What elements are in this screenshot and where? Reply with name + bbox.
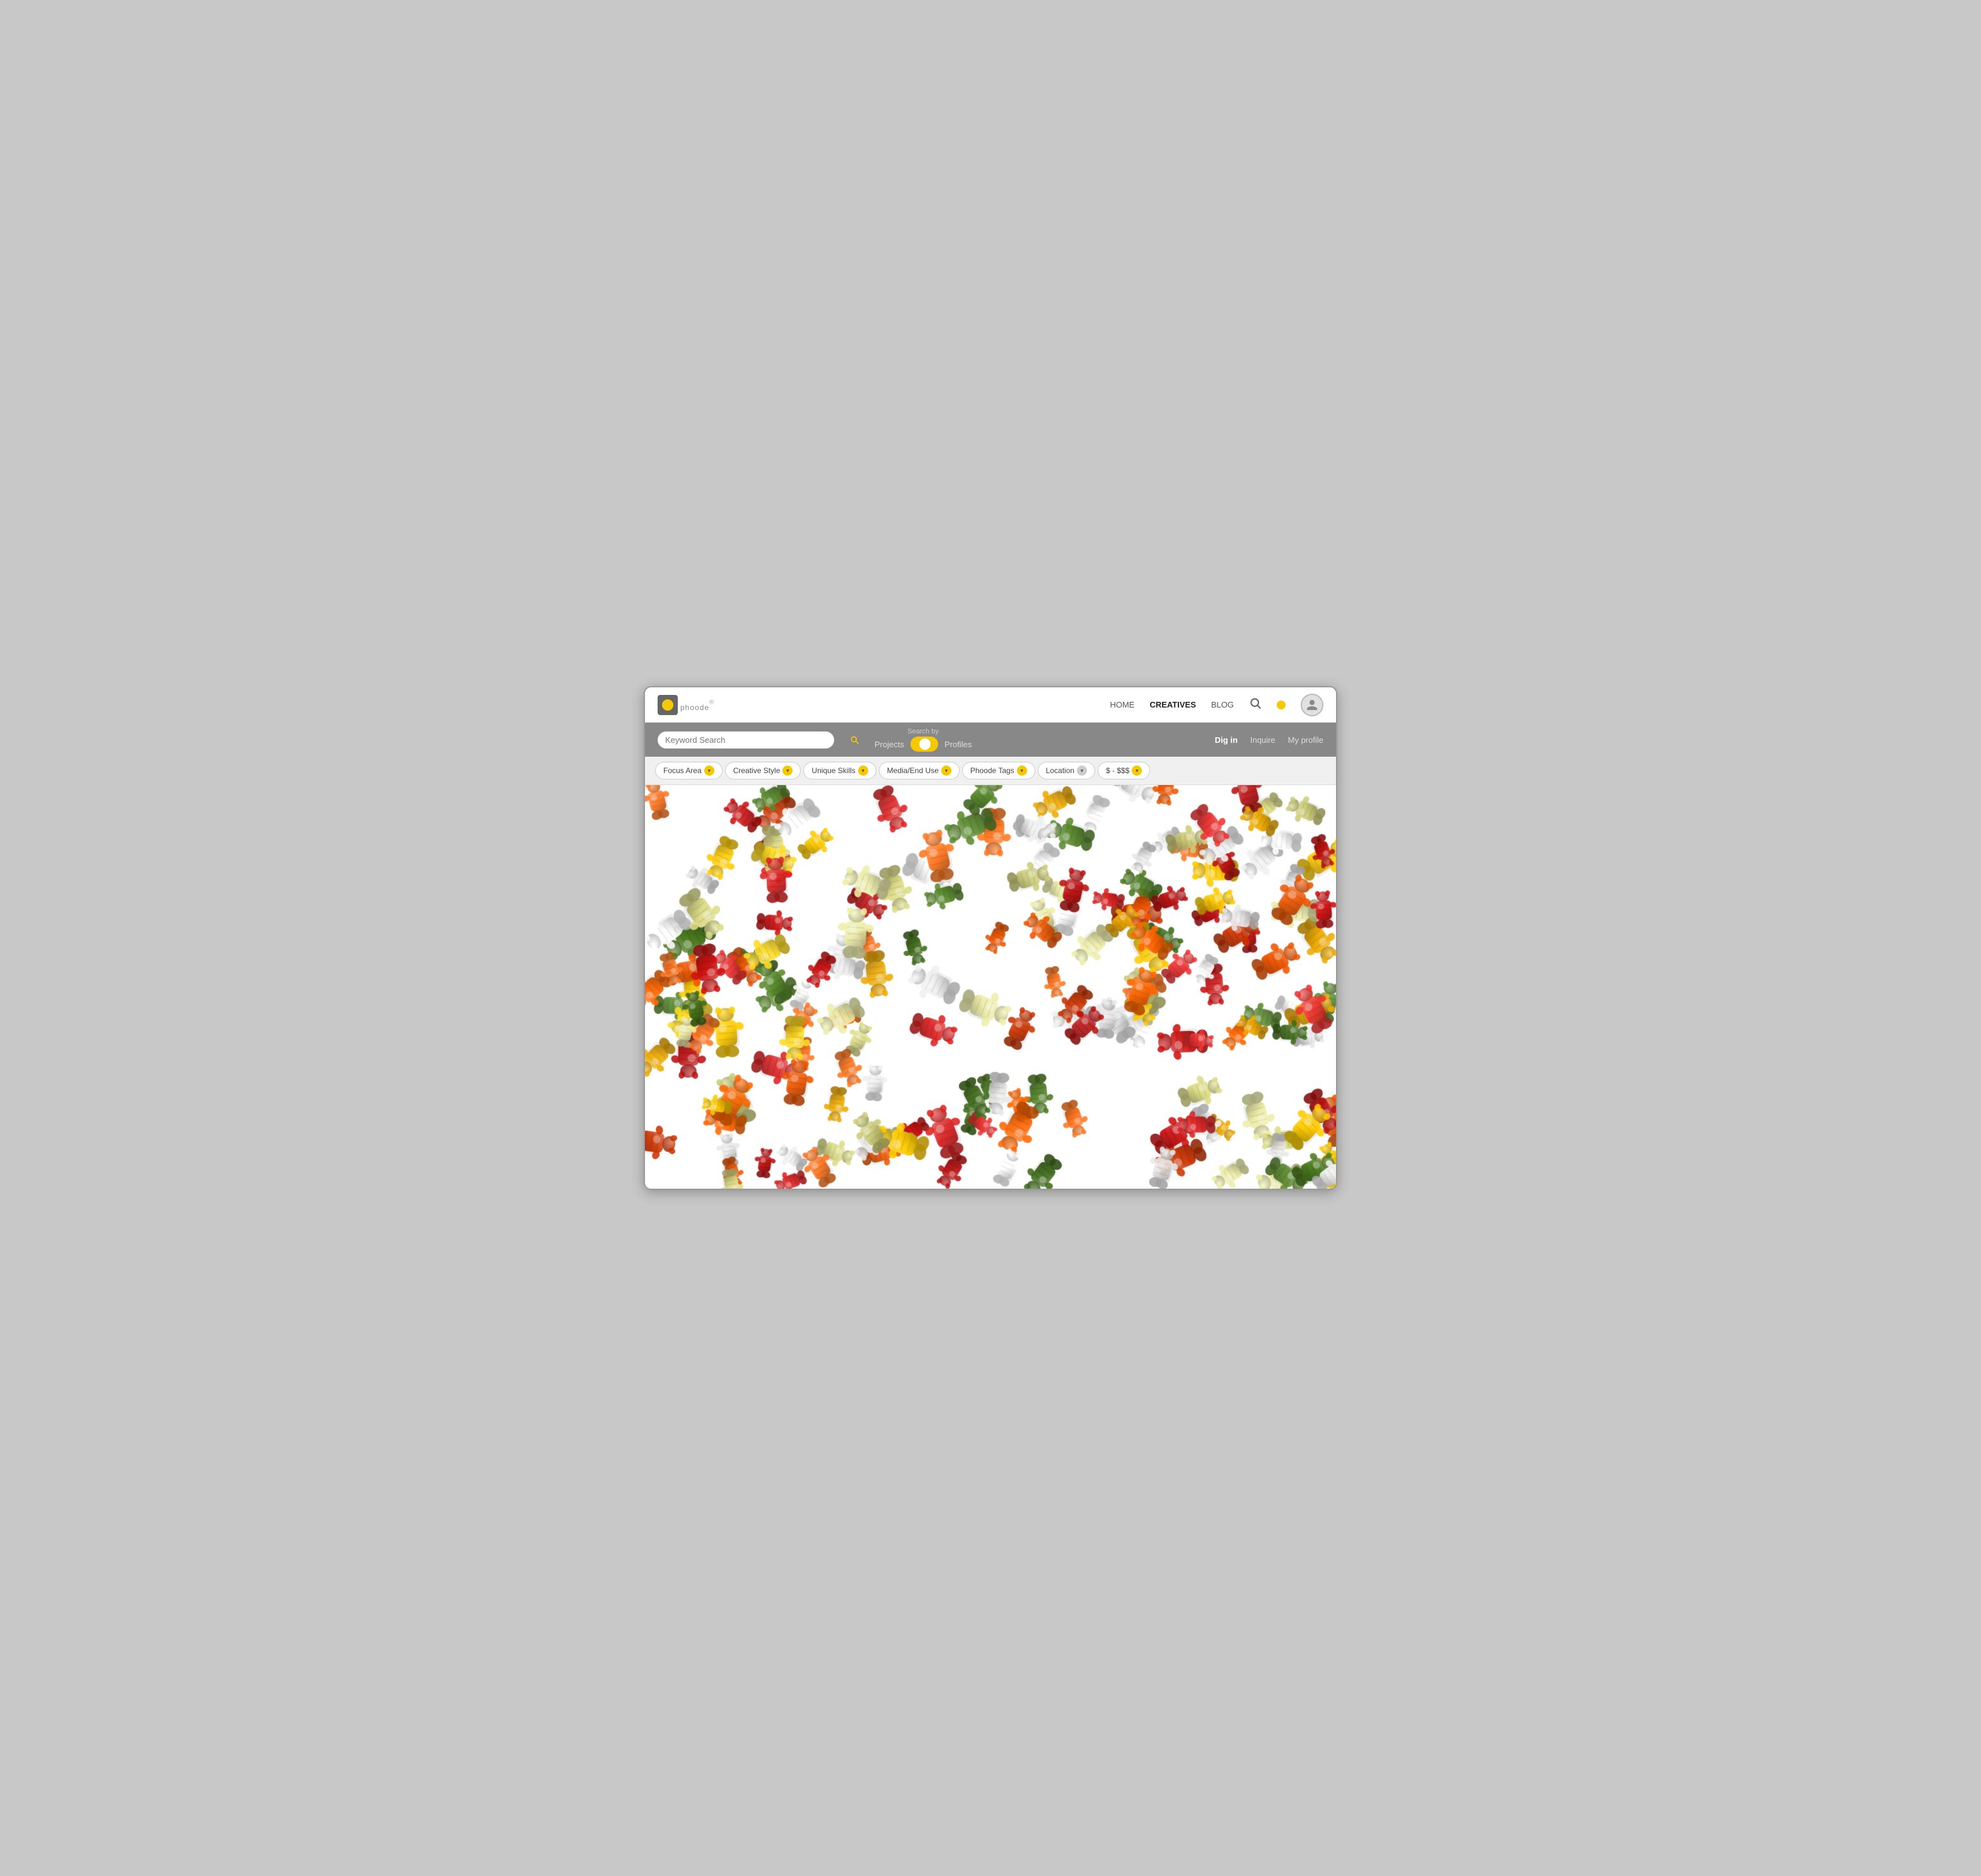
search-by-area: Search by Projects Profiles	[874, 728, 972, 752]
chevron-icon: ▾	[1017, 766, 1027, 776]
top-nav: phoode® HOME CREATIVES BLOG	[645, 687, 1336, 723]
chevron-icon: ▾	[1077, 766, 1087, 776]
nav-home[interactable]: HOME	[1110, 700, 1134, 709]
filter-price[interactable]: $ - $$$▾	[1098, 762, 1150, 779]
main-content	[645, 785, 1336, 1189]
search-input-wrap	[658, 731, 834, 749]
my-profile-link[interactable]: My profile	[1288, 735, 1323, 745]
chevron-icon: ▾	[858, 766, 868, 776]
user-avatar[interactable]	[1301, 694, 1323, 716]
profiles-label: Profiles	[944, 740, 972, 749]
filter-unique-skills[interactable]: Unique Skills▾	[803, 762, 876, 779]
filter-location[interactable]: Location▾	[1038, 762, 1095, 779]
search-icon[interactable]	[1249, 697, 1262, 713]
chevron-icon: ▾	[941, 766, 951, 776]
search-row: Search by Projects Profiles Dig in Inqui…	[645, 723, 1336, 757]
chevron-icon: ▾	[782, 766, 793, 776]
logo-area: phoode®	[658, 695, 714, 715]
filter-label: Media/End Use	[887, 766, 939, 775]
filter-label: Unique Skills	[811, 766, 855, 775]
filter-creative-style[interactable]: Creative Style▾	[725, 762, 801, 779]
browser-window: phoode® HOME CREATIVES BLOG	[644, 686, 1337, 1190]
chevron-icon: ▾	[1132, 766, 1142, 776]
gummy-bears-image	[645, 785, 1336, 1189]
logo-word: phoode	[680, 703, 709, 712]
logo-registered: ®	[709, 699, 714, 706]
search-button-icon	[849, 735, 859, 745]
filter-phoode-tags[interactable]: Phoode Tags▾	[962, 762, 1035, 779]
dig-in-link[interactable]: Dig in	[1215, 735, 1238, 745]
search-button[interactable]	[844, 730, 864, 750]
filter-label: Location	[1046, 766, 1074, 775]
nav-links: HOME CREATIVES BLOG	[1110, 694, 1323, 716]
search-input[interactable]	[665, 735, 827, 745]
filter-row: Focus Area▾Creative Style▾Unique Skills▾…	[645, 757, 1336, 785]
filter-media-end-use[interactable]: Media/End Use▾	[879, 762, 960, 779]
filter-label: Focus Area	[663, 766, 702, 775]
nav-blog[interactable]: BLOG	[1211, 700, 1234, 709]
filter-focus-area[interactable]: Focus Area▾	[655, 762, 723, 779]
nav-actions: Dig in Inquire My profile	[1215, 735, 1323, 745]
logo-icon	[658, 695, 678, 715]
chevron-icon: ▾	[704, 766, 714, 776]
projects-label: Projects	[874, 740, 904, 749]
logo-text: phoode®	[680, 695, 714, 714]
search-toggle[interactable]	[910, 737, 938, 752]
search-by-label: Search by	[907, 728, 939, 735]
notification-dot	[1277, 701, 1286, 709]
inquire-link[interactable]: Inquire	[1250, 735, 1275, 745]
nav-creatives[interactable]: CREATIVES	[1149, 700, 1195, 709]
filter-label: Creative Style	[733, 766, 781, 775]
hero-image	[645, 785, 1336, 1189]
filter-label: Phoode Tags	[970, 766, 1014, 775]
filter-label: $ - $$$	[1106, 766, 1129, 775]
user-icon	[1306, 699, 1318, 711]
toggle-row: Projects Profiles	[874, 737, 972, 752]
toggle-slider	[910, 737, 938, 752]
